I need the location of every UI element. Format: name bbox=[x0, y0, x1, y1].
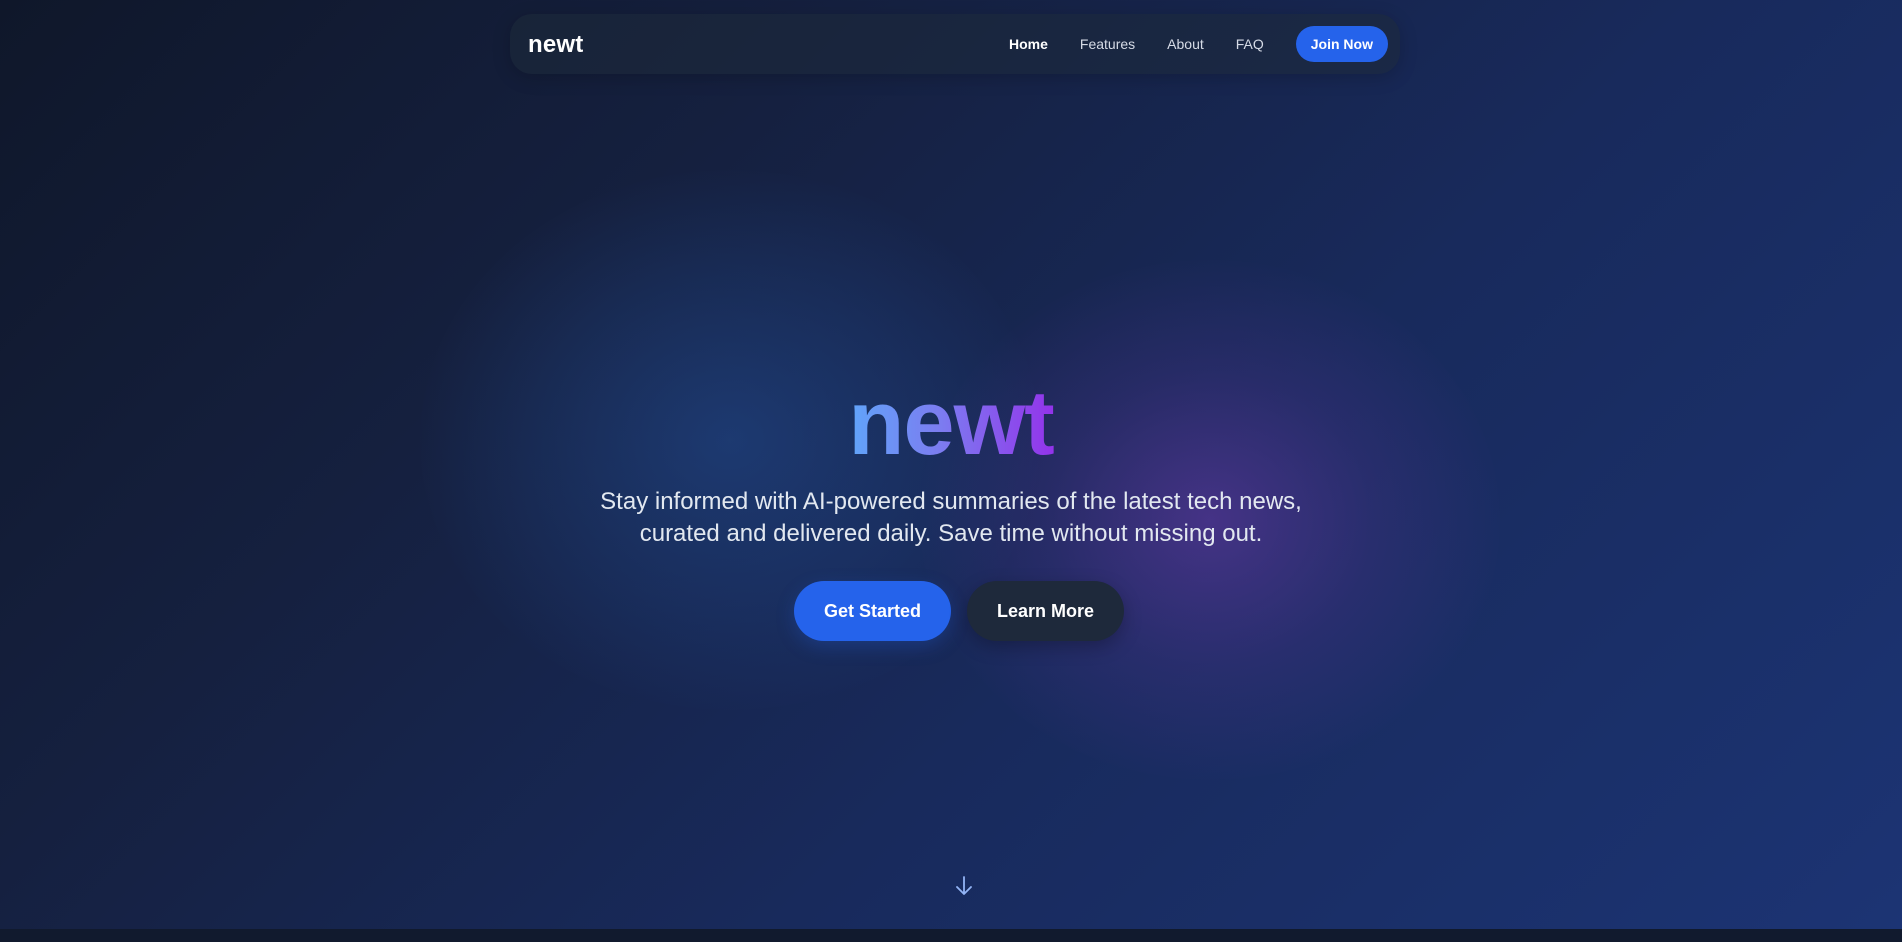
get-started-button[interactable]: Get Started bbox=[794, 581, 951, 641]
nav-links: Home Features About FAQ Join Now bbox=[1009, 26, 1388, 62]
nav-link-features[interactable]: Features bbox=[1080, 36, 1135, 52]
hero-buttons: Get Started Learn More bbox=[0, 581, 1902, 641]
bottom-edge bbox=[0, 929, 1902, 942]
learn-more-button[interactable]: Learn More bbox=[967, 581, 1124, 641]
nav-link-faq[interactable]: FAQ bbox=[1236, 36, 1264, 52]
top-navbar: newt Home Features About FAQ Join Now bbox=[510, 14, 1400, 74]
hero-title-text: newt bbox=[848, 372, 1055, 474]
logo[interactable]: newt bbox=[528, 31, 583, 59]
nav-link-about[interactable]: About bbox=[1167, 36, 1204, 52]
hero-subtitle: Stay informed with AI-powered summaries … bbox=[600, 488, 1302, 547]
arrow-down-icon[interactable] bbox=[954, 874, 974, 898]
hero-title: newt bbox=[0, 368, 1902, 478]
join-now-button[interactable]: Join Now bbox=[1295, 26, 1388, 62]
nav-link-home[interactable]: Home bbox=[1009, 36, 1048, 52]
